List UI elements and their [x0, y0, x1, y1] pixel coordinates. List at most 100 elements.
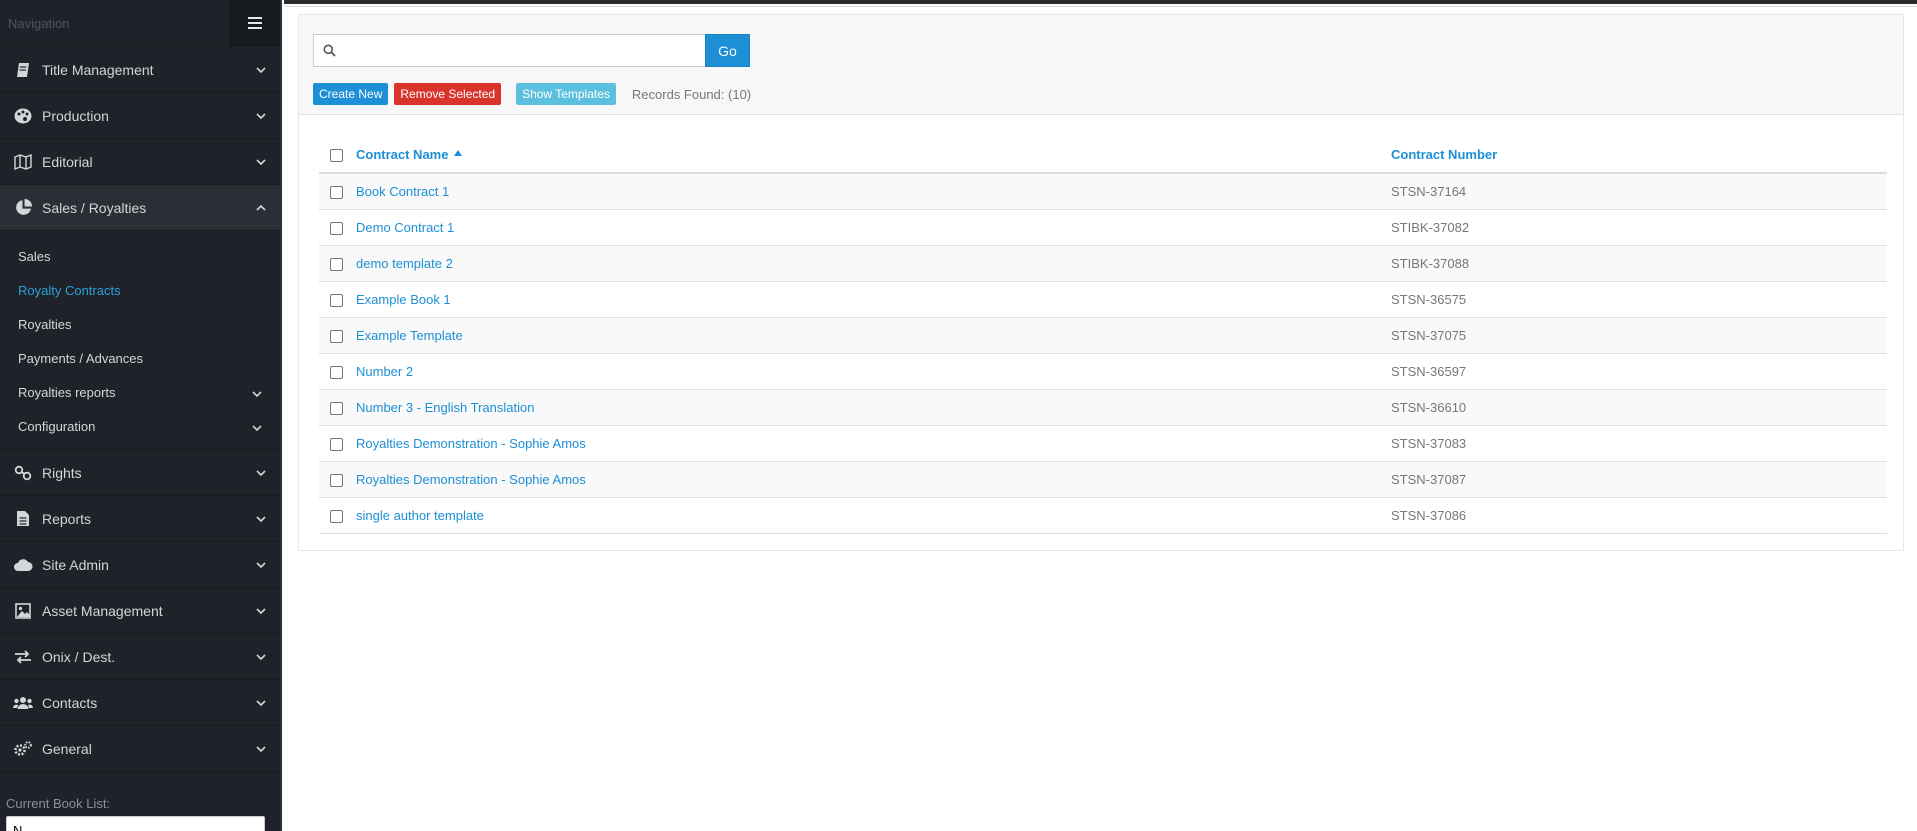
nav-item-general[interactable]: General [0, 726, 280, 772]
contract-name-link[interactable]: Royalties Demonstration - Sophie Amos [356, 436, 586, 451]
search-field [313, 34, 705, 67]
row-checkbox[interactable] [330, 221, 343, 235]
subnav-item-royalty-contracts[interactable]: Royalty Contracts [0, 273, 280, 307]
contract-name-link[interactable]: Demo Contract 1 [356, 220, 454, 235]
hamburger-icon [247, 17, 262, 29]
table-row: Royalties Demonstration - Sophie Amos STS… [319, 425, 1887, 462]
contract-number-cell: STSN-37087 [1391, 461, 1887, 498]
contract-name-cell: Example Template [356, 317, 1391, 354]
current-book-list: Current Book List: [0, 796, 280, 831]
search-input[interactable] [342, 35, 705, 66]
nav-item-contacts[interactable]: Contacts [0, 680, 280, 726]
nav-item-reports[interactable]: Reports [0, 496, 280, 542]
row-checkbox[interactable] [330, 437, 343, 451]
contract-name-cell: Royalties Demonstration - Sophie Amos [356, 425, 1391, 462]
row-select-cell [319, 389, 356, 426]
show-templates-button[interactable]: Show Templates [516, 83, 616, 105]
book-list-input[interactable] [6, 816, 265, 831]
nav-item-production[interactable]: Production [0, 93, 280, 139]
row-checkbox[interactable] [330, 401, 343, 415]
row-checkbox[interactable] [330, 365, 343, 379]
map-icon [12, 153, 34, 171]
nav-item-title-management[interactable]: Title Management [0, 47, 280, 93]
column-contract-number[interactable]: Contract Number [1391, 137, 1887, 174]
contract-name-link[interactable]: Book Contract 1 [356, 184, 449, 199]
top-bar [284, 0, 1917, 7]
search-icon [323, 44, 336, 57]
chevron-down-icon [254, 699, 268, 706]
remove-selected-button[interactable]: Remove Selected [394, 83, 502, 105]
row-select-cell [319, 281, 356, 318]
nav-item-label: Asset Management [42, 602, 163, 619]
contract-name-link[interactable]: Number 3 - English Translation [356, 400, 534, 415]
contract-name-cell: Demo Contract 1 [356, 209, 1391, 246]
go-button[interactable]: Go [705, 34, 750, 67]
contract-number-cell: STIBK-37082 [1391, 209, 1887, 246]
subnav-item-royalties[interactable]: Royalties [0, 307, 280, 341]
row-select-cell [319, 245, 356, 282]
row-select-cell [319, 461, 356, 498]
nav-item-site-admin[interactable]: Site Admin [0, 542, 280, 588]
action-bar: Create New Remove Selected Show Template… [313, 83, 751, 105]
subnav-item-label: Royalties reports [18, 384, 116, 400]
subnav-item-royalties-reports[interactable]: Royalties reports [0, 375, 280, 409]
nav-item-label: Editorial [42, 153, 93, 170]
nav-item-editorial[interactable]: Editorial [0, 139, 280, 185]
row-checkbox[interactable] [330, 329, 343, 343]
column-contract-name[interactable]: Contract Name [356, 137, 1391, 174]
nav-item-label: Rights [42, 464, 82, 481]
table-row: Demo Contract 1 STIBK-37082 [319, 209, 1887, 246]
row-checkbox[interactable] [330, 473, 343, 487]
records-found: Records Found: (10) [631, 86, 752, 102]
contract-name-link[interactable]: Number 2 [356, 364, 413, 379]
book-list-label: Current Book List: [6, 796, 111, 811]
select-all-checkbox[interactable] [330, 149, 343, 163]
contract-number-cell: STSN-37164 [1391, 173, 1887, 210]
contract-number-cell: STSN-36597 [1391, 353, 1887, 390]
contract-name-link[interactable]: Royalties Demonstration - Sophie Amos [356, 472, 586, 487]
contract-name-cell: Royalties Demonstration - Sophie Amos [356, 461, 1391, 498]
table-row: Example Template STSN-37075 [319, 317, 1887, 354]
nav-header: Navigation [0, 0, 280, 47]
image-icon [12, 602, 34, 620]
create-new-button[interactable]: Create New [313, 83, 389, 105]
contract-name-cell: demo template 2 [356, 245, 1391, 282]
chevron-down-icon [254, 745, 268, 752]
row-select-cell [319, 173, 356, 210]
select-all-cell [319, 137, 356, 174]
contract-name-link[interactable]: demo template 2 [356, 256, 453, 271]
row-checkbox[interactable] [330, 257, 343, 271]
sidebar: Navigation Title Management Production Edi… [0, 0, 282, 831]
nav-top-group: Title Management Production Editorial [0, 47, 280, 185]
nav-item-sales-royalties[interactable]: Sales / Royalties [0, 185, 280, 231]
table-body: Book Contract 1 STSN-37164 Demo Contract 1… [319, 173, 1887, 534]
chevron-down-icon [252, 419, 262, 434]
subnav-item-sales[interactable]: Sales [0, 239, 280, 273]
nav-item-rights[interactable]: Rights [0, 450, 280, 496]
subnav-item-label: Payments / Advances [18, 350, 144, 366]
chevron-down-icon [254, 112, 268, 119]
chevron-down-icon [254, 561, 268, 568]
chevron-down-icon [254, 653, 268, 660]
subnav-item-configuration[interactable]: Configuration [0, 409, 280, 443]
row-checkbox[interactable] [330, 509, 343, 523]
nav-item-label: Production [42, 107, 109, 124]
cloud-icon [12, 556, 34, 574]
nav-item-onix-dest[interactable]: Onix / Dest. [0, 634, 280, 680]
menu-toggle-button[interactable] [229, 0, 280, 47]
contract-name-cell: Number 3 - English Translation [356, 389, 1391, 426]
contract-name-link[interactable]: Example Template [356, 328, 463, 343]
panel-header: Go Create New Remove Selected Show Templ… [299, 15, 1903, 115]
table-row: single author template STSN-37086 [319, 497, 1887, 534]
contract-name-cell: Example Book 1 [356, 281, 1391, 318]
subnav-item-payments-advances[interactable]: Payments / Advances [0, 341, 280, 375]
subnav-item-label: Royalty Contracts [18, 282, 121, 298]
row-checkbox[interactable] [330, 293, 343, 307]
contract-number-cell: STSN-37083 [1391, 425, 1887, 462]
contract-name-link[interactable]: Example Book 1 [356, 292, 451, 307]
nav-item-label: Contacts [42, 694, 98, 711]
contract-name-link[interactable]: single author template [356, 508, 484, 523]
users-icon [12, 694, 34, 712]
nav-item-asset-management[interactable]: Asset Management [0, 588, 280, 634]
row-checkbox[interactable] [330, 185, 343, 199]
